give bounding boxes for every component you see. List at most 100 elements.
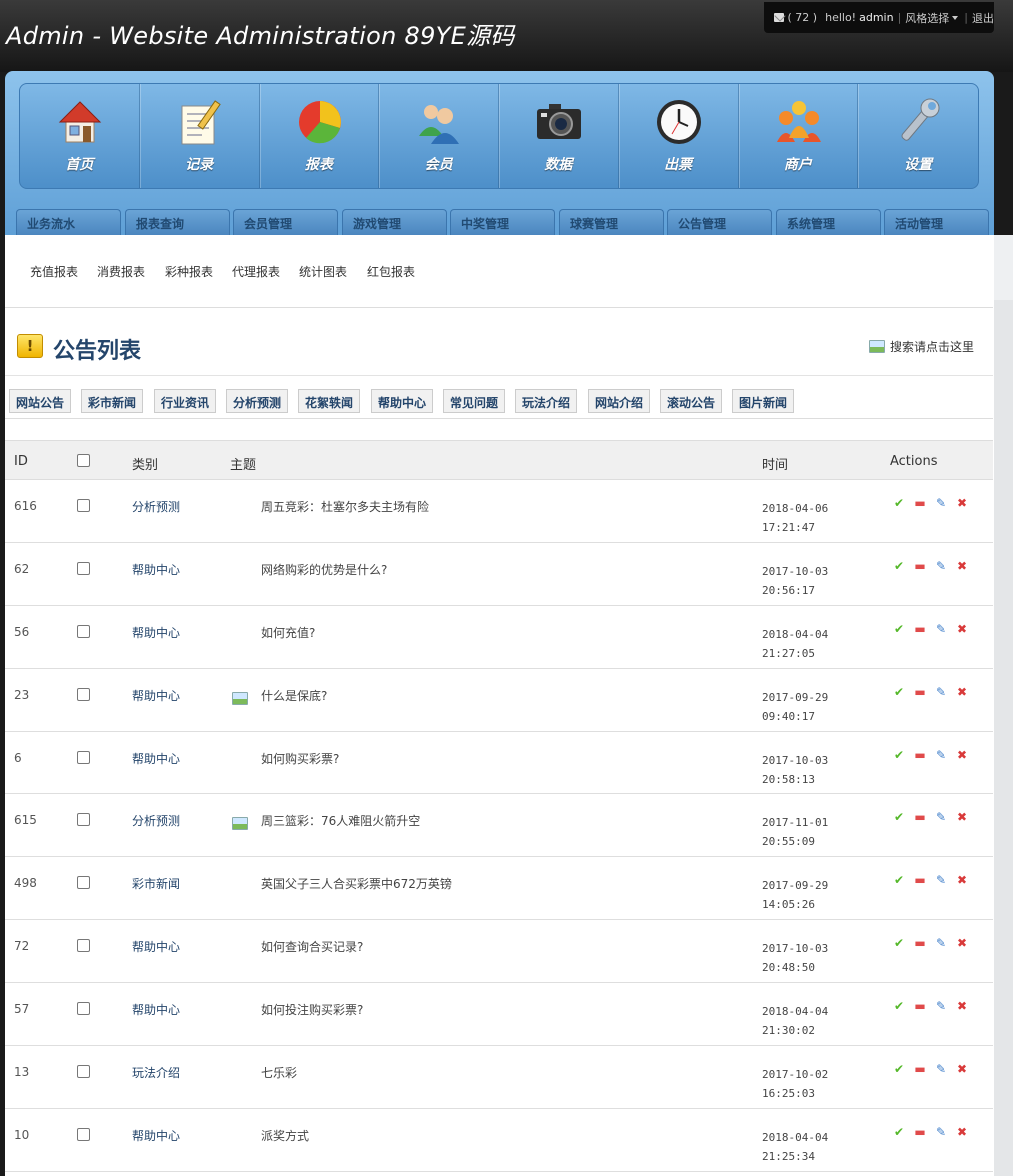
report-link-consume[interactable]: 消费报表 — [97, 263, 145, 280]
delete-icon[interactable]: ✖ — [954, 1062, 970, 1076]
row-checkbox[interactable] — [77, 499, 90, 512]
style-select-link[interactable]: 风格选择 — [905, 10, 949, 26]
tab-scroll-notice[interactable]: 滚动公告 — [660, 389, 723, 413]
nav-item-merchants[interactable]: 商户 — [739, 84, 859, 188]
tab-anecdotes[interactable]: 花絮轶闻 — [298, 389, 361, 413]
nav-item-data[interactable]: 数据 — [499, 84, 619, 188]
subtab-report-query[interactable]: 报表查询 — [125, 209, 230, 235]
report-link-lottery-type[interactable]: 彩种报表 — [165, 263, 213, 280]
delete-icon[interactable]: ✖ — [954, 873, 970, 887]
approve-icon[interactable]: ✔ — [891, 622, 907, 636]
row-checkbox[interactable] — [77, 1127, 90, 1141]
nav-item-settings[interactable]: 设置 — [858, 84, 978, 188]
mail-icon[interactable] — [774, 13, 784, 22]
row-subject-link[interactable]: 周五竞彩：杜塞尔多夫主场有险 — [261, 498, 429, 515]
pencil-icon[interactable]: ✎ — [933, 1062, 949, 1076]
nav-item-tickets[interactable]: 出票 — [619, 84, 739, 188]
delete-icon[interactable]: ✖ — [954, 810, 970, 824]
select-all-checkbox[interactable] — [77, 454, 90, 467]
row-checkbox[interactable] — [77, 561, 90, 575]
approve-icon[interactable]: ✔ — [891, 1062, 907, 1076]
search-link[interactable]: 搜索请点击这里 — [869, 338, 974, 355]
row-category-link[interactable]: 帮助中心 — [132, 938, 180, 955]
row-category-link[interactable]: 帮助中心 — [132, 687, 180, 704]
row-subject-link[interactable]: 如何购买彩票? — [261, 750, 339, 767]
subtab-business[interactable]: 业务流水 — [16, 209, 121, 235]
row-category-link[interactable]: 帮助中心 — [132, 624, 180, 641]
delete-icon[interactable]: ✖ — [954, 1125, 970, 1139]
approve-icon[interactable]: ✔ — [891, 873, 907, 887]
subtab-notice-mgmt[interactable]: 公告管理 — [667, 209, 772, 235]
minus-icon[interactable]: ▬ — [912, 873, 928, 887]
pencil-icon[interactable]: ✎ — [933, 748, 949, 762]
row-checkbox[interactable] — [77, 1002, 90, 1016]
delete-icon[interactable]: ✖ — [954, 685, 970, 699]
row-checkbox[interactable] — [77, 687, 90, 701]
row-checkbox[interactable] — [77, 876, 90, 890]
delete-icon[interactable]: ✖ — [954, 622, 970, 636]
tab-analysis[interactable]: 分析预测 — [226, 389, 289, 413]
nav-item-records[interactable]: 记录 — [140, 84, 260, 188]
approve-icon[interactable]: ✔ — [891, 748, 907, 762]
minus-icon[interactable]: ▬ — [912, 622, 928, 636]
row-subject-link[interactable]: 如何查询合买记录? — [261, 938, 363, 955]
approve-icon[interactable]: ✔ — [891, 936, 907, 950]
pencil-icon[interactable]: ✎ — [933, 622, 949, 636]
row-subject-link[interactable]: 周三篮彩：76人难阻火箭升空 — [261, 812, 420, 829]
pencil-icon[interactable]: ✎ — [933, 873, 949, 887]
pencil-icon[interactable]: ✎ — [933, 685, 949, 699]
subtab-game-mgmt[interactable]: 游戏管理 — [342, 209, 447, 235]
tab-site-intro[interactable]: 网站介绍 — [588, 389, 651, 413]
delete-icon[interactable]: ✖ — [954, 559, 970, 573]
row-category-link[interactable]: 玩法介绍 — [132, 1064, 180, 1081]
pencil-icon[interactable]: ✎ — [933, 810, 949, 824]
column-header-category[interactable]: 类别 — [132, 454, 158, 473]
row-checkbox[interactable] — [77, 813, 90, 827]
pencil-icon[interactable]: ✎ — [933, 999, 949, 1013]
tab-industry-info[interactable]: 行业资讯 — [154, 389, 217, 413]
minus-icon[interactable]: ▬ — [912, 999, 928, 1013]
row-subject-link[interactable]: 网络购彩的优势是什么? — [261, 561, 387, 578]
message-count[interactable]: ( 72 ) — [788, 11, 818, 24]
row-category-link[interactable]: 彩市新闻 — [132, 875, 180, 892]
report-link-agent[interactable]: 代理报表 — [232, 263, 280, 280]
approve-icon[interactable]: ✔ — [891, 1125, 907, 1139]
subtab-prize-mgmt[interactable]: 中奖管理 — [450, 209, 555, 235]
approve-icon[interactable]: ✔ — [891, 559, 907, 573]
row-subject-link[interactable]: 什么是保底? — [261, 687, 327, 704]
delete-icon[interactable]: ✖ — [954, 999, 970, 1013]
row-category-link[interactable]: 帮助中心 — [132, 561, 180, 578]
row-category-link[interactable]: 帮助中心 — [132, 1127, 180, 1144]
row-subject-link[interactable]: 派奖方式 — [261, 1127, 309, 1144]
row-checkbox[interactable] — [77, 750, 90, 764]
row-category-link[interactable]: 帮助中心 — [132, 750, 180, 767]
minus-icon[interactable]: ▬ — [912, 1125, 928, 1139]
minus-icon[interactable]: ▬ — [912, 748, 928, 762]
delete-icon[interactable]: ✖ — [954, 748, 970, 762]
row-checkbox[interactable] — [77, 939, 90, 953]
column-header-subject[interactable]: 主题 — [230, 454, 256, 473]
row-subject-link[interactable]: 七乐彩 — [261, 1064, 297, 1081]
row-checkbox[interactable] — [77, 624, 90, 638]
row-subject-link[interactable]: 如何投注购买彩票? — [261, 1001, 363, 1018]
minus-icon[interactable]: ▬ — [912, 1062, 928, 1076]
pencil-icon[interactable]: ✎ — [933, 936, 949, 950]
nav-item-members[interactable]: 会员 — [379, 84, 499, 188]
logout-link[interactable]: 退出 — [972, 10, 994, 26]
column-header-time[interactable]: 时间 — [762, 454, 788, 473]
approve-icon[interactable]: ✔ — [891, 999, 907, 1013]
row-category-link[interactable]: 分析预测 — [132, 812, 180, 829]
minus-icon[interactable]: ▬ — [912, 810, 928, 824]
pencil-icon[interactable]: ✎ — [933, 559, 949, 573]
minus-icon[interactable]: ▬ — [912, 685, 928, 699]
subtab-event-mgmt[interactable]: 活动管理 — [884, 209, 989, 235]
minus-icon[interactable]: ▬ — [912, 496, 928, 510]
tab-lottery-news[interactable]: 彩市新闻 — [81, 389, 144, 413]
row-checkbox[interactable] — [77, 1065, 90, 1079]
delete-icon[interactable]: ✖ — [954, 496, 970, 510]
pencil-icon[interactable]: ✎ — [933, 1125, 949, 1139]
approve-icon[interactable]: ✔ — [891, 810, 907, 824]
tab-image-news[interactable]: 图片新闻 — [732, 389, 795, 413]
subtab-system-mgmt[interactable]: 系统管理 — [776, 209, 881, 235]
minus-icon[interactable]: ▬ — [912, 559, 928, 573]
